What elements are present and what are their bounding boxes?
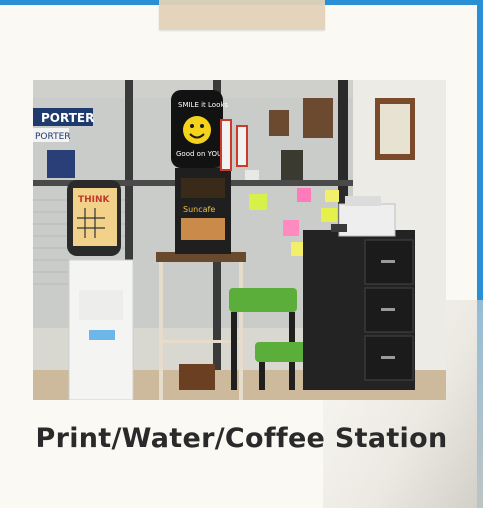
photo-caption: Print/Water/Coffee Station [35,423,448,454]
porter-sign-mid-text: PORTER [35,132,71,142]
poster-blue [47,150,75,178]
smile-text-1: SMILE it Looks [178,101,228,109]
porter-sign-top-text: PORTER [41,111,94,125]
think-sign-text: THINK [78,195,111,205]
printer [338,203,396,237]
wicker-basket [179,364,215,390]
station-photo: PORTER PORTER THINK Suncafe SMILE it Loo… [33,80,446,400]
smiley-face-icon [183,116,211,144]
tape-strip [159,0,325,30]
station-photo-illustration: PORTER PORTER THINK Suncafe SMILE it Loo… [33,80,446,400]
green-stool-top [229,288,297,312]
suncafe-label: Suncafe [183,205,215,214]
